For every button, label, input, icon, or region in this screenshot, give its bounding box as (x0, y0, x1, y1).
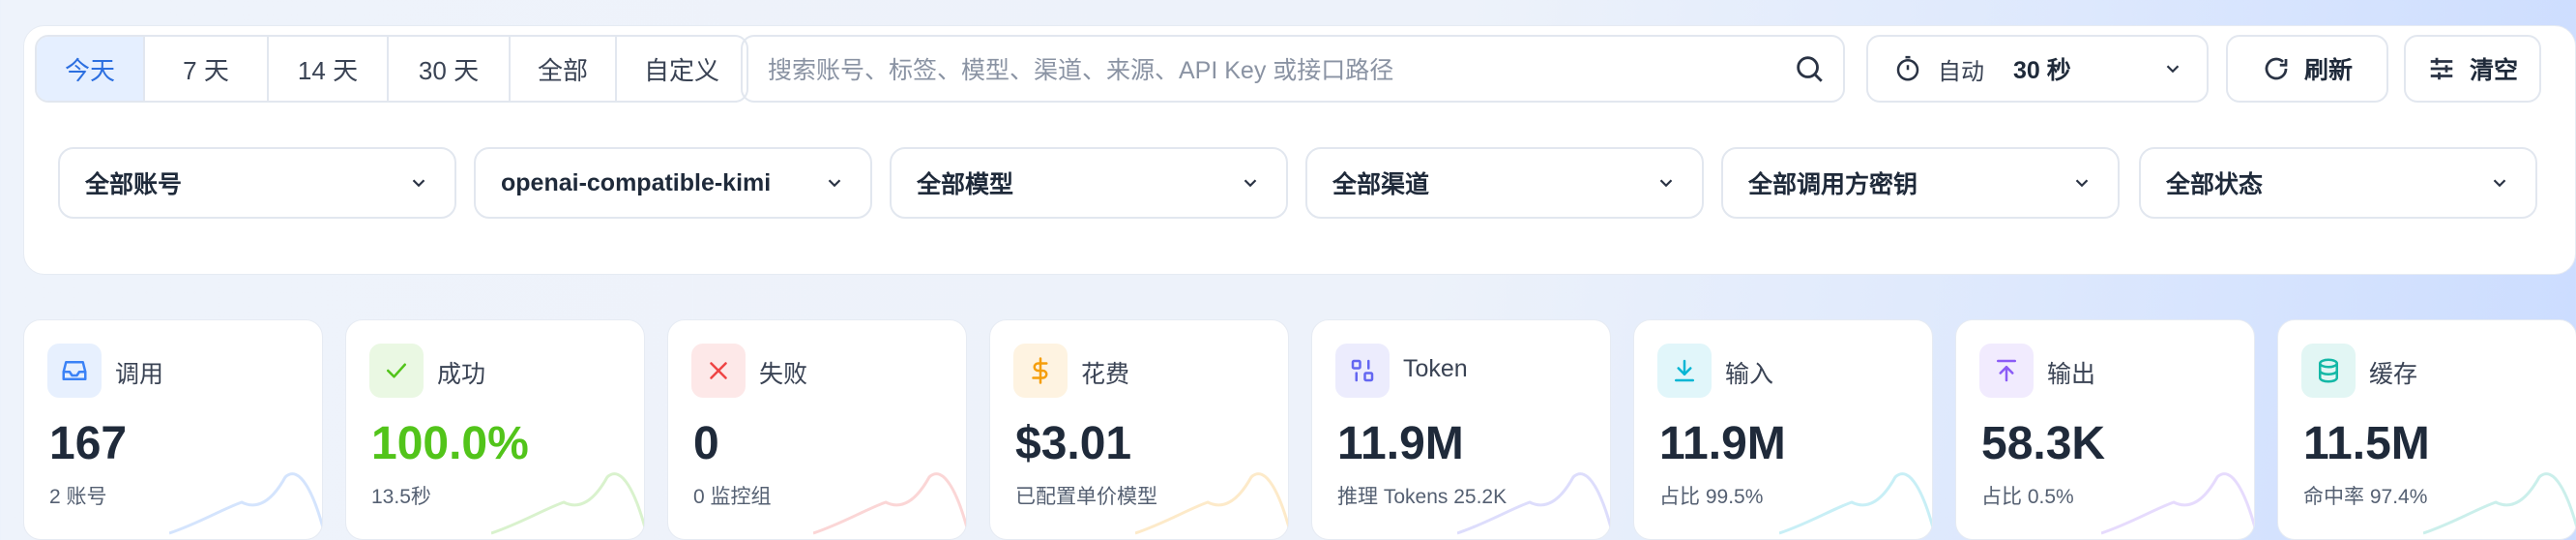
clear-button[interactable]: 清空 (2404, 35, 2541, 103)
stat-title: 输出 (2047, 361, 2096, 388)
channel-select[interactable]: 全部渠道 (1305, 147, 1704, 219)
refresh-icon (2265, 57, 2288, 80)
status-select-value: 全部状态 (2166, 171, 2264, 198)
refresh-button[interactable]: 刷新 (2226, 35, 2388, 103)
sparkline (491, 472, 644, 535)
stat-value: 167 (49, 418, 128, 469)
sparkline (2423, 472, 2576, 535)
chevron-down-icon (1659, 179, 1673, 188)
caller-key-select[interactable]: 全部调用方密钥 (1721, 147, 2120, 219)
search-placeholder: 搜索账号、标签、模型、渠道、来源、API Key 或接口路径 (768, 57, 1394, 84)
dollar-icon (1013, 344, 1068, 398)
stat-value: 11.9M (1337, 418, 1464, 469)
date-range-tabs: 今天 7 天 14 天 30 天 全部 自定义 (35, 35, 748, 103)
provider-select-value: openai-compatible-kimi (501, 168, 772, 196)
stat-title: 缓存 (2369, 361, 2418, 388)
stat-subtitle: 13.5秒 (371, 486, 431, 508)
sparkline (813, 472, 966, 535)
stat-value: 11.5M (2303, 418, 2430, 469)
upload-icon (1979, 344, 2034, 398)
stat-title: 输入 (1725, 361, 1774, 388)
stat-card-0: 调用 167 2 账号 (23, 319, 323, 540)
close-icon (691, 344, 746, 398)
refresh-label: 刷新 (2303, 57, 2353, 84)
stat-title: 成功 (437, 361, 486, 388)
sparkline (169, 472, 322, 535)
chevron-down-icon (2075, 179, 2089, 188)
token-icon (1335, 344, 1390, 398)
stat-subtitle: 占比 0.5% (1981, 486, 2074, 508)
stat-title: 调用 (115, 361, 164, 388)
stat-card-2: 失败 0 0 监控组 (667, 319, 967, 540)
auto-refresh-interval: 30 秒 (2013, 57, 2071, 84)
tab-7-days[interactable]: 7 天 (145, 37, 269, 101)
download-icon (1657, 344, 1712, 398)
channel-select-value: 全部渠道 (1332, 171, 1430, 198)
stat-subtitle: 0 监控组 (693, 486, 772, 508)
stat-card-3: 花费 $3.01 已配置单价模型 (989, 319, 1289, 540)
caller-key-select-value: 全部调用方密钥 (1748, 171, 1918, 198)
provider-select[interactable]: openai-compatible-kimi (474, 147, 872, 219)
chevron-down-icon (1244, 179, 1257, 188)
sparkline (1779, 472, 1932, 535)
clear-label: 清空 (2469, 57, 2518, 84)
sparkline (2101, 472, 2254, 535)
model-select[interactable]: 全部模型 (890, 147, 1288, 219)
stat-subtitle: 命中率 97.4% (2303, 486, 2428, 508)
chevron-down-icon (2493, 179, 2506, 188)
tab-custom[interactable]: 自定义 (617, 37, 746, 101)
stat-subtitle: 2 账号 (49, 486, 107, 508)
chevron-down-icon (828, 179, 841, 188)
stat-value: $3.01 (1015, 418, 1132, 469)
tab-30-days[interactable]: 30 天 (389, 37, 511, 101)
sparkline (1457, 472, 1610, 535)
database-icon (2301, 344, 2356, 398)
stat-card-5: 输入 11.9M 占比 99.5% (1633, 319, 1933, 540)
auto-refresh-label: 自动 (1938, 58, 1984, 85)
stat-title: 花费 (1081, 361, 1130, 388)
sparkline (1135, 472, 1288, 535)
stat-value: 0 (693, 418, 719, 469)
sliders-icon (2430, 57, 2453, 80)
tab-today[interactable]: 今天 (37, 37, 145, 101)
stat-value: 11.9M (1659, 418, 1786, 469)
status-select[interactable]: 全部状态 (2139, 147, 2537, 219)
stat-card-4: Token 11.9M 推理 Tokens 25.2K (1311, 319, 1611, 540)
inbox-icon (47, 344, 102, 398)
search-icon[interactable] (1793, 52, 1826, 85)
chevron-down-icon (2166, 65, 2180, 74)
stat-subtitle: 占比 99.5% (1659, 486, 1764, 508)
stat-card-6: 输出 58.3K 占比 0.5% (1955, 319, 2255, 540)
stat-value: 58.3K (1981, 418, 2106, 469)
chevron-down-icon (412, 179, 425, 188)
model-select-value: 全部模型 (917, 171, 1014, 198)
stat-title: 失败 (759, 361, 808, 388)
stat-card-7: 缓存 11.5M 命中率 97.4% (2277, 319, 2576, 540)
tab-14-days[interactable]: 14 天 (269, 37, 389, 101)
stat-title: Token (1403, 355, 1468, 382)
search-input[interactable]: 搜索账号、标签、模型、渠道、来源、API Key 或接口路径 (741, 35, 1845, 103)
account-select[interactable]: 全部账号 (58, 147, 456, 219)
tab-all[interactable]: 全部 (511, 37, 617, 101)
account-select-value: 全部账号 (85, 171, 183, 198)
check-icon (369, 344, 424, 398)
timer-icon (1896, 55, 1919, 81)
stat-card-1: 成功 100.0% 13.5秒 (345, 319, 645, 540)
auto-refresh-select[interactable]: 自动 30 秒 (1866, 35, 2209, 103)
